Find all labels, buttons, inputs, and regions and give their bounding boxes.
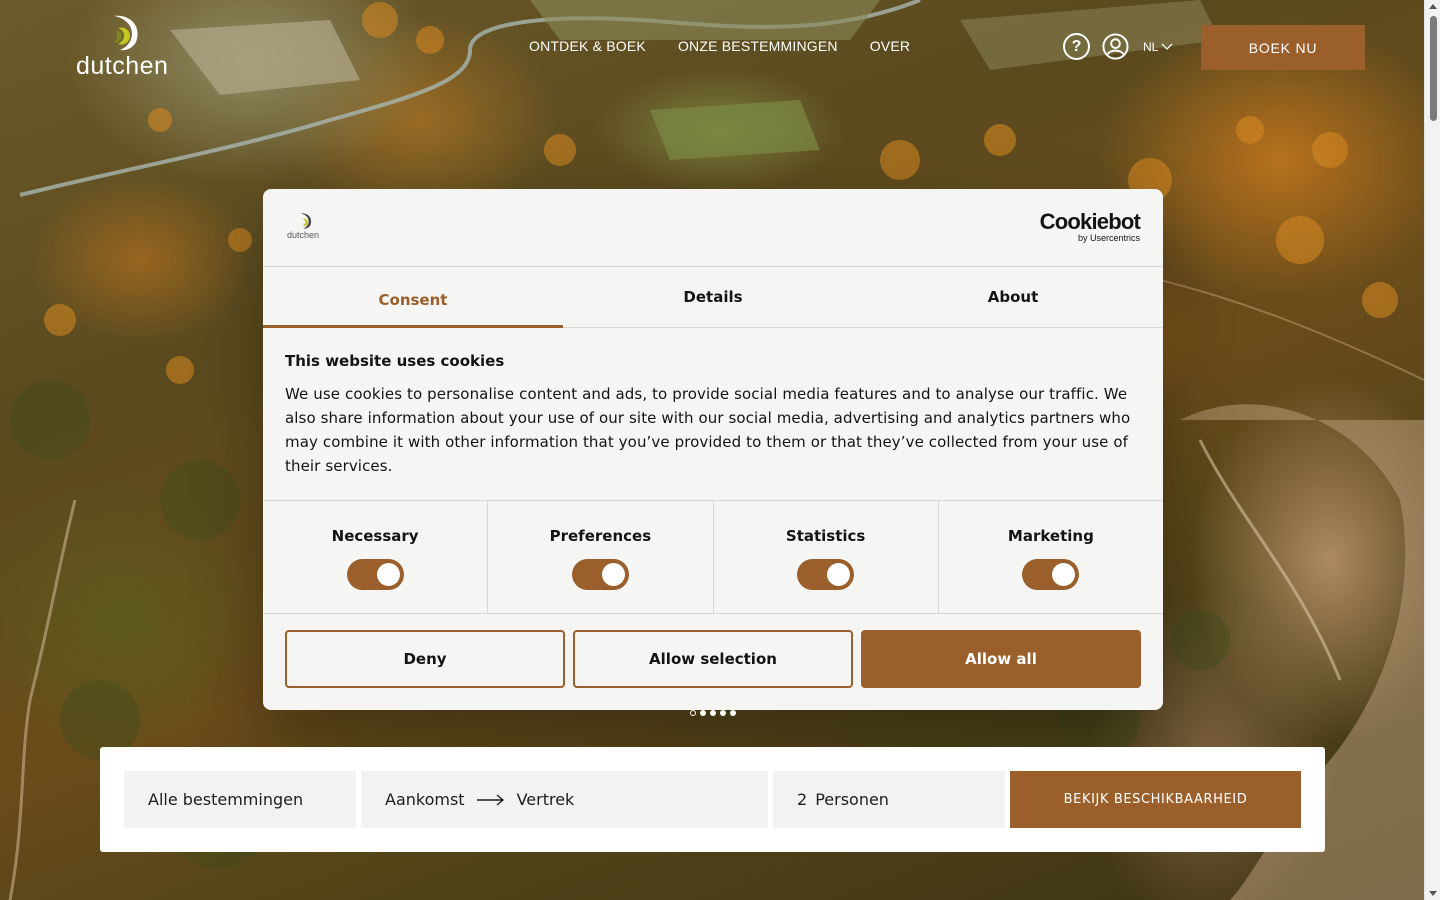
toggle-preferences: Preferences [488,501,714,613]
guests-count: 2 [797,790,808,809]
marketing-switch[interactable] [1022,559,1080,590]
nav-onze-bestemmingen[interactable]: ONZE BESTEMMINGEN [678,38,838,54]
carousel-dot[interactable] [710,710,716,716]
boek-nu-button[interactable]: BOEK NU [1201,25,1365,70]
destination-value: Alle bestemmingen [148,790,304,809]
language-selector[interactable]: NL [1143,40,1173,54]
toggle-label: Marketing [1007,527,1094,545]
tab-about[interactable]: About [863,267,1163,327]
carousel-dot[interactable] [730,710,736,716]
allow-all-button[interactable]: Allow all [861,630,1141,688]
check-availability-button[interactable]: BEKIJK BESCHIKBAARHEID [1010,771,1301,828]
toggle-marketing: Marketing [939,501,1163,613]
toggle-label: Preferences [549,527,652,545]
page-scrollbar[interactable] [1424,0,1440,900]
dialog-description: We use cookies to personalise content an… [285,385,1131,475]
help-icon[interactable]: ? [1063,33,1090,60]
cookiebot-logo[interactable]: Cookiebot by Usercentrics [1039,209,1141,244]
tab-details[interactable]: Details [563,267,863,327]
statistics-switch[interactable] [797,559,855,590]
necessary-switch[interactable] [346,559,404,590]
carousel-dot[interactable] [700,710,706,716]
cookiebot-title: Cookiebot [1039,209,1141,234]
dialog-brand-text: dutchen [287,230,320,240]
dialog-body: This website uses cookies We use cookies… [285,352,1141,478]
dialog-buttons: Deny Allow selection Allow all [285,630,1141,688]
booking-search-bar: Alle bestemmingen Aankomst Vertrek 2 Per… [100,747,1325,852]
carousel-dot[interactable] [690,710,696,716]
arrival-placeholder: Aankomst [385,790,465,809]
guests-select[interactable]: 2 Personen [773,771,1005,828]
logo-wordmark: dutchen [76,52,169,80]
language-label: NL [1143,39,1159,54]
arrow-right-icon [476,793,504,806]
scroll-up-icon[interactable] [1429,4,1437,9]
dutchen-logo[interactable]: dutchen [76,14,176,80]
date-range-picker[interactable]: Aankomst Vertrek [361,771,768,828]
destination-select[interactable]: Alle bestemmingen [124,771,356,828]
nav-over[interactable]: OVER [870,38,910,54]
switch-knob [376,563,400,586]
header-tools: ? NL [1063,33,1173,60]
chevron-down-icon [1161,43,1173,50]
toggle-necessary: Necessary [263,501,489,613]
cookie-consent-dialog: dutchen Cookiebot by Usercentrics Consen… [263,189,1163,710]
preferences-switch[interactable] [571,559,629,590]
tab-consent[interactable]: Consent [263,267,563,328]
nav-ontdek-boek[interactable]: ONTDEK & BOEK [529,38,646,54]
cookie-category-toggles: Necessary Preferences Statistics Marketi… [263,500,1163,614]
toggle-statistics: Statistics [714,501,939,613]
dialog-header: dutchen Cookiebot by Usercentrics [263,189,1163,267]
carousel-dot[interactable] [720,710,726,716]
scroll-thumb[interactable] [1430,16,1437,121]
dutchen-logo-mark-icon [114,15,138,51]
main-navigation: ONTDEK & BOEK ONZE BESTEMMINGEN OVER [529,38,910,54]
carousel-dots [690,710,736,716]
toggle-label: Statistics [785,527,866,545]
guests-label: Personen [815,790,889,809]
dutchen-logo-mark-icon [300,213,312,229]
deny-button[interactable]: Deny [285,630,565,688]
switch-knob [1052,563,1076,586]
dialog-title: This website uses cookies [285,352,505,370]
departure-placeholder: Vertrek [516,790,575,809]
cookiebot-subtitle: by Usercentrics [1077,233,1140,243]
switch-knob [601,563,625,586]
allow-selection-button[interactable]: Allow selection [573,630,853,688]
toggle-label: Necessary [331,527,419,545]
dialog-tabs: Consent Details About [263,267,1163,328]
dialog-brand-logo: dutchen [285,211,329,243]
scroll-down-icon[interactable] [1429,891,1437,896]
user-icon[interactable] [1102,33,1129,60]
switch-knob [827,563,851,586]
